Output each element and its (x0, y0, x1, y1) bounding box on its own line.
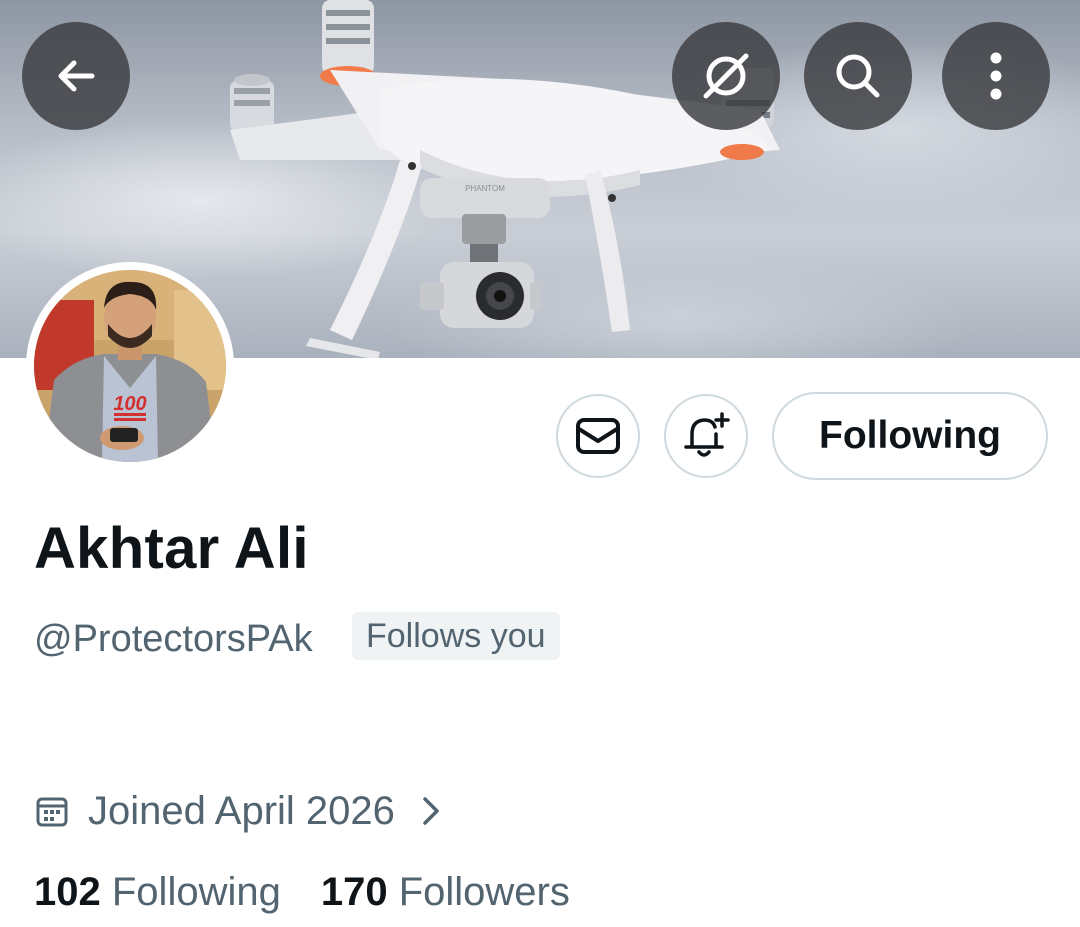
envelope-icon (576, 418, 620, 454)
drone-brand-label: PHANTOM (465, 184, 505, 193)
joined-date-text: Joined April 2026 (88, 788, 395, 833)
shirt-emoji-text: 100 (113, 393, 146, 415)
followers-count: 170 (320, 870, 388, 914)
search-button[interactable] (804, 22, 912, 130)
following-count: 102 (34, 870, 101, 914)
display-name: Akhtar Ali (34, 516, 309, 581)
follows-you-badge: Follows you (352, 612, 560, 660)
following-button-label: Following (819, 414, 1001, 457)
more-button[interactable] (942, 22, 1050, 130)
followers-label: Followers (398, 870, 570, 914)
avatar[interactable]: 100 (26, 262, 234, 470)
bell-plus-icon (684, 412, 730, 457)
user-handle: @ProtectorsPAk (34, 618, 313, 660)
calendar-icon (36, 797, 68, 827)
message-button[interactable] (556, 394, 640, 478)
following-label: Following (111, 870, 281, 914)
chevron-right-icon (421, 795, 443, 827)
back-button[interactable] (22, 22, 130, 130)
search-icon (836, 54, 880, 98)
slash-circle-icon (703, 53, 749, 99)
more-vertical-icon (990, 52, 1002, 100)
avatar-photo: 100 (34, 270, 226, 462)
notifications-button[interactable] (664, 394, 748, 478)
grok-button[interactable] (672, 22, 780, 130)
following-button[interactable]: Following (772, 392, 1048, 480)
arrow-left-icon (58, 60, 95, 92)
joined-date-row[interactable]: Joined April 2026 (36, 785, 443, 837)
follow-stats: 102 Following 170 Followers (34, 870, 570, 915)
following-stat[interactable]: 102 Following (34, 870, 281, 915)
followers-stat[interactable]: 170 Followers (321, 870, 570, 915)
